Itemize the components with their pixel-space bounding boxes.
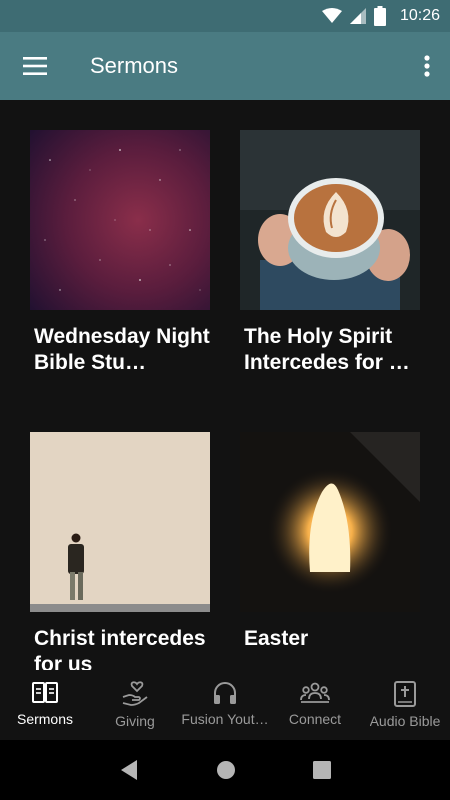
people-group-icon bbox=[300, 682, 330, 703]
sermon-thumbnail-starry-sky bbox=[30, 130, 210, 310]
tab-label: Fusion Yout… bbox=[181, 711, 269, 727]
hand-heart-icon bbox=[122, 681, 148, 706]
status-time: 10:26 bbox=[399, 7, 440, 24]
tab-audio-bible[interactable]: Audio Bible bbox=[360, 670, 450, 740]
more-vert-icon bbox=[424, 55, 430, 77]
sermon-card[interactable]: Christ intercedes for us bbox=[30, 432, 210, 670]
sermon-thumbnail-man-walking bbox=[30, 432, 210, 612]
tab-sermons[interactable]: Sermons bbox=[0, 670, 90, 740]
menu-button[interactable] bbox=[0, 32, 70, 100]
book-open-icon bbox=[32, 682, 58, 703]
recents-icon[interactable] bbox=[313, 761, 332, 779]
home-icon[interactable] bbox=[216, 760, 236, 780]
tab-connect[interactable]: Connect bbox=[270, 670, 360, 740]
sermon-card[interactable]: The Holy Spirit Intercedes for … bbox=[240, 130, 420, 376]
tab-label: Sermons bbox=[16, 711, 74, 727]
app-bar: Sermons bbox=[0, 32, 450, 100]
sermon-thumbnail-empty-tomb bbox=[240, 432, 420, 612]
sermon-grid: Wednesday Night Bible Stu… The Holy Spir… bbox=[0, 100, 450, 670]
sermon-thumbnail-coffee bbox=[240, 130, 420, 310]
battery-icon bbox=[373, 6, 386, 26]
sermon-title: Wednesday Night Bible Stu… bbox=[34, 325, 210, 374]
back-icon[interactable] bbox=[119, 759, 139, 781]
signal-icon bbox=[349, 8, 366, 24]
bottom-navigation: Sermons Giving Fusion Yout… Connect Audi… bbox=[0, 670, 450, 740]
status-bar: 10:26 bbox=[0, 0, 450, 32]
hamburger-menu-icon bbox=[23, 57, 47, 75]
sermon-title: The Holy Spirit Intercedes for … bbox=[244, 325, 410, 374]
tab-label: Connect bbox=[288, 711, 342, 727]
headphones-icon bbox=[214, 682, 236, 704]
tab-fusion-youth[interactable]: Fusion Yout… bbox=[180, 670, 270, 740]
tab-label: Giving bbox=[115, 713, 155, 729]
wifi-icon bbox=[321, 8, 342, 23]
sermon-title: Easter bbox=[244, 627, 309, 650]
tab-giving[interactable]: Giving bbox=[90, 670, 180, 740]
system-navigation-bar bbox=[0, 740, 450, 800]
overflow-menu-button[interactable] bbox=[404, 32, 450, 100]
page-title: Sermons bbox=[90, 53, 179, 78]
bible-cross-icon bbox=[394, 681, 416, 707]
sermon-title: Christ intercedes for us bbox=[34, 627, 206, 670]
sermon-card[interactable]: Wednesday Night Bible Stu… bbox=[30, 130, 210, 376]
sermon-card[interactable]: Easter bbox=[240, 432, 420, 652]
tab-label: Audio Bible bbox=[369, 713, 441, 729]
